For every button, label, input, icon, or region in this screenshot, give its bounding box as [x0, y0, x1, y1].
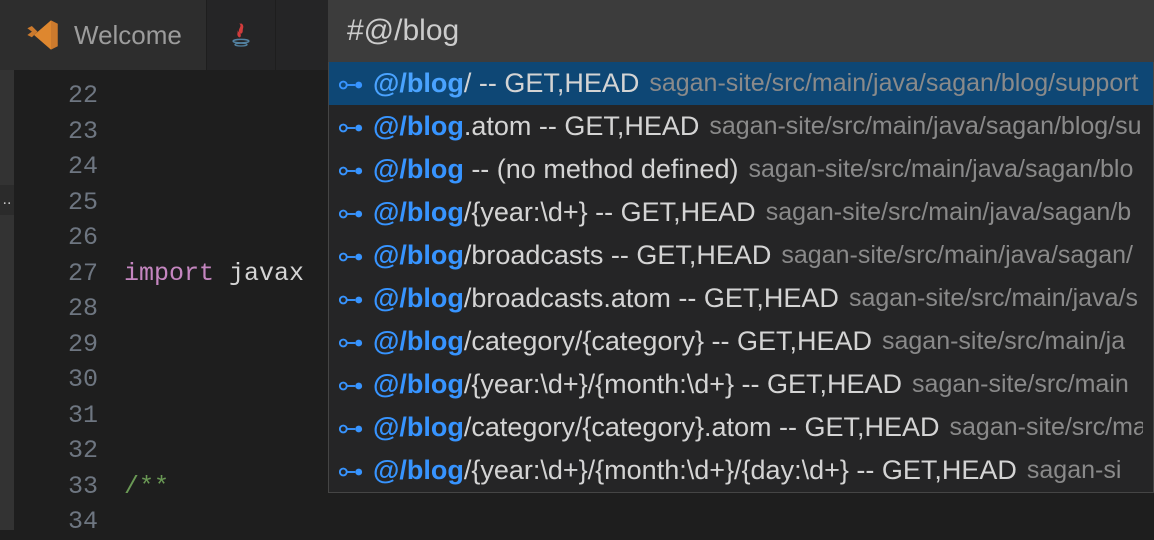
- result-label: @/blog/broadcasts.atom -- GET,HEAD: [373, 283, 839, 314]
- quick-open-input[interactable]: [328, 0, 1154, 62]
- result-label: @/blog/broadcasts -- GET,HEAD: [373, 240, 771, 271]
- result-path: sagan-si: [1027, 456, 1122, 485]
- result-label: @/blog/category/{category} -- GET,HEAD: [373, 326, 872, 357]
- quick-open-result[interactable]: @/blog/category/{category}.atom -- GET,H…: [329, 406, 1153, 449]
- result-label: @/blog/{year:\d+}/{month:\d+} -- GET,HEA…: [373, 369, 902, 400]
- result-label: @/blog/{year:\d+}/{month:\d+}/{day:\d+} …: [373, 455, 1017, 486]
- endpoint-icon: [339, 78, 363, 92]
- quick-open-result[interactable]: @/blog/broadcasts -- GET,HEAD sagan-site/…: [329, 234, 1153, 277]
- line-number: 30: [14, 362, 124, 398]
- line-number: 34: [14, 504, 124, 540]
- code-keyword: import: [124, 259, 214, 288]
- line-number: 25: [14, 185, 124, 221]
- result-label: @/blog/ -- GET,HEAD: [373, 68, 639, 99]
- endpoint-icon: [339, 379, 363, 393]
- quick-open-result[interactable]: @/blog/{year:\d+}/{month:\d+} -- GET,HEA…: [329, 363, 1153, 406]
- quick-open-panel: @/blog/ -- GET,HEAD sagan-site/src/main/j…: [328, 0, 1154, 493]
- quick-open-result[interactable]: @/blog -- (no method defined) sagan-site/…: [329, 148, 1153, 191]
- quick-open-result[interactable]: @/blog/broadcasts.atom -- GET,HEAD sagan-…: [329, 277, 1153, 320]
- result-path: sagan-site/src/main/java/sagan/blo: [748, 155, 1133, 184]
- result-path: sagan-site/src/main/java/s: [849, 284, 1138, 313]
- quick-open-result[interactable]: @/blog/category/{category} -- GET,HEAD sa…: [329, 320, 1153, 363]
- line-number: 29: [14, 327, 124, 363]
- result-label: @/blog/category/{category}.atom -- GET,H…: [373, 412, 940, 443]
- line-number: 23: [14, 114, 124, 150]
- result-label: @/blog -- (no method defined): [373, 154, 738, 185]
- activity-indicator: ..: [0, 185, 14, 215]
- result-label: @/blog.atom -- GET,HEAD: [373, 111, 699, 142]
- tab-welcome-label: Welcome: [74, 20, 182, 51]
- endpoint-icon: [339, 207, 363, 221]
- endpoint-icon: [339, 465, 363, 479]
- quick-open-result[interactable]: @/blog/{year:\d+} -- GET,HEAD sagan-site/…: [329, 191, 1153, 234]
- line-number: 24: [14, 149, 124, 185]
- line-number: 22: [14, 78, 124, 114]
- line-number: 27: [14, 256, 124, 292]
- endpoint-icon: [339, 250, 363, 264]
- activity-bar: [0, 70, 14, 530]
- quick-open-result[interactable]: @/blog.atom -- GET,HEAD sagan-site/src/ma…: [329, 105, 1153, 148]
- line-number: 26: [14, 220, 124, 256]
- line-number: 28: [14, 291, 124, 327]
- java-icon: [227, 21, 255, 49]
- code-comment: /**: [124, 472, 169, 501]
- quick-open-result[interactable]: @/blog/{year:\d+}/{month:\d+}/{day:\d+} …: [329, 449, 1153, 492]
- endpoint-icon: [339, 121, 363, 135]
- line-gutter: 22 23 24 25 26 27 28 29 30 31 32 33 34: [14, 70, 124, 530]
- result-path: sagan-site/src/main: [912, 370, 1129, 399]
- result-path: sagan-site/src/main/java/sagan/b: [766, 198, 1131, 227]
- endpoint-icon: [339, 164, 363, 178]
- tab-java[interactable]: [207, 0, 276, 70]
- line-number: 32: [14, 433, 124, 469]
- tab-welcome[interactable]: Welcome: [0, 0, 207, 70]
- vscode-icon: [24, 17, 60, 53]
- result-path: sagan-site/src/main/java/sagan/blog/supp…: [649, 69, 1138, 98]
- result-path: sagan-site/src/main/ja: [882, 327, 1125, 356]
- line-number: 33: [14, 469, 124, 505]
- quick-open-result[interactable]: @/blog/ -- GET,HEAD sagan-site/src/main/j…: [329, 62, 1153, 105]
- line-number: 31: [14, 398, 124, 434]
- result-path: sagan-site/src/main/java/sagan/blog/su: [709, 112, 1141, 141]
- endpoint-icon: [339, 293, 363, 307]
- endpoint-icon: [339, 336, 363, 350]
- quick-open-results: @/blog/ -- GET,HEAD sagan-site/src/main/j…: [328, 62, 1154, 493]
- result-label: @/blog/{year:\d+} -- GET,HEAD: [373, 197, 756, 228]
- result-path: sagan-site/src/ma: [950, 413, 1143, 442]
- result-path: sagan-site/src/main/java/sagan/: [781, 241, 1133, 270]
- code-text: javax: [214, 259, 304, 288]
- endpoint-icon: [339, 422, 363, 436]
